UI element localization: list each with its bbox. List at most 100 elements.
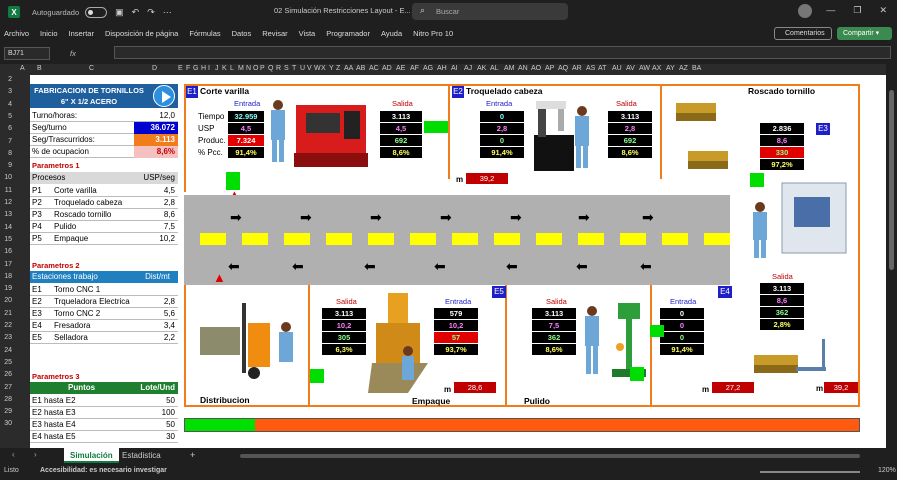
column-C[interactable]: C [89,65,94,72]
menu-item-10[interactable]: Nitro Pro 10 [413,29,453,38]
row-30[interactable]: 30 [0,420,12,427]
row-14[interactable]: 14 [0,224,12,231]
column-BA[interactable]: BA [692,65,701,72]
name-box[interactable]: BJ71 [4,46,50,60]
column-I[interactable]: I [208,65,210,72]
menu-item-3[interactable]: Disposición de página [105,29,178,38]
row-29[interactable]: 29 [0,408,12,415]
menu-item-1[interactable]: Inicio [40,29,58,38]
column-AN[interactable]: AN [518,65,528,72]
column-D[interactable]: D [152,65,157,72]
column-AU[interactable]: AU [612,65,622,72]
menu-item-5[interactable]: Datos [232,29,252,38]
column-H[interactable]: H [201,65,206,72]
search-box[interactable]: ⌕ Buscar [412,3,568,20]
column-AR[interactable]: AR [572,65,582,72]
column-AQ[interactable]: AQ [558,65,568,72]
column-S[interactable]: S [284,65,289,72]
row-11[interactable]: 11 [0,187,12,194]
column-AL[interactable]: AL [490,65,499,72]
tab-estadistica[interactable]: Estadistica [116,448,167,463]
column-K[interactable]: K [222,65,227,72]
column-AX[interactable]: AX [652,65,661,72]
column-AV[interactable]: AV [626,65,635,72]
row-19[interactable]: 19 [0,285,12,292]
column-AD[interactable]: AD [382,65,392,72]
row-17[interactable]: 17 [0,261,12,268]
menu-item-8[interactable]: Programador [326,29,370,38]
column-AY[interactable]: AY [666,65,675,72]
zoom-slider[interactable] [760,471,860,473]
column-R[interactable]: R [276,65,281,72]
menu-item-4[interactable]: Fórmulas [189,29,220,38]
menu-item-6[interactable]: Revisar [262,29,287,38]
add-sheet-icon[interactable]: + [190,450,195,460]
tab-simulacion[interactable]: Simulación [64,448,119,463]
zoom-level[interactable]: 120% [878,467,896,474]
row-5[interactable]: 5 [0,113,12,120]
column-AI[interactable]: AI [451,65,458,72]
column-J[interactable]: J [215,65,219,72]
column-T[interactable]: T [292,65,296,72]
row-24[interactable]: 24 [0,347,12,354]
row-28[interactable]: 28 [0,396,12,403]
worksheet[interactable]: FABRICACION DE TORNILLOS 6" X 1/2 ACERO … [30,75,886,448]
row-15[interactable]: 15 [0,236,12,243]
row-10[interactable]: 10 [0,174,12,181]
column-A[interactable]: A [20,65,25,72]
column-F[interactable]: F [186,65,190,72]
fx-icon[interactable]: fx [70,49,76,58]
row-8[interactable]: 8 [0,150,12,157]
column-AA[interactable]: AA [344,65,353,72]
column-U[interactable]: U [300,65,305,72]
row-25[interactable]: 25 [0,359,12,366]
save-icon[interactable]: ▣ [115,7,124,18]
column-G[interactable]: G [193,65,198,72]
row-12[interactable]: 12 [0,199,12,206]
share-button[interactable]: Compartir ▾ [837,27,892,40]
column-AH[interactable]: AH [437,65,447,72]
row-27[interactable]: 27 [0,384,12,391]
menu-item-7[interactable]: Vista [299,29,316,38]
row-7[interactable]: 7 [0,138,12,145]
column-X[interactable]: X [321,65,326,72]
column-AO[interactable]: AO [531,65,541,72]
column-Y[interactable]: Y [329,65,334,72]
row-21[interactable]: 21 [0,310,12,317]
scroll-thumb[interactable] [889,90,894,270]
row-18[interactable]: 18 [0,273,12,280]
horizontal-scrollbar[interactable] [240,454,860,458]
column-AP[interactable]: AP [545,65,554,72]
menu-item-0[interactable]: Archivo [4,29,29,38]
redo-icon[interactable]: ↷ [147,7,155,18]
menu-item-2[interactable]: Insertar [69,29,94,38]
tab-next-icon[interactable]: › [34,450,37,459]
column-B[interactable]: B [37,65,42,72]
row-23[interactable]: 23 [0,334,12,341]
menu-item-9[interactable]: Ayuda [381,29,402,38]
column-L[interactable]: L [230,65,234,72]
restore-icon[interactable]: ❐ [853,5,861,16]
row-9[interactable]: 9 [0,162,12,169]
column-AG[interactable]: AG [423,65,433,72]
column-AS[interactable]: AS [586,65,595,72]
row-13[interactable]: 13 [0,211,12,218]
column-AM[interactable]: AM [504,65,515,72]
row-22[interactable]: 22 [0,322,12,329]
avatar[interactable] [798,4,812,18]
column-AC[interactable]: AC [369,65,379,72]
column-AK[interactable]: AK [477,65,486,72]
play-icon[interactable] [153,85,175,107]
undo-icon[interactable]: ↶ [132,7,140,18]
row-6[interactable]: 6 [0,125,12,132]
column-O[interactable]: O [253,65,258,72]
column-AF[interactable]: AF [410,65,419,72]
column-AB[interactable]: AB [356,65,365,72]
more-icon[interactable]: ⋯ [163,7,172,18]
comments-button[interactable]: Comentarios [774,27,832,40]
column-Q[interactable]: Q [268,65,273,72]
column-AW[interactable]: AW [639,65,650,72]
column-AT[interactable]: AT [598,65,606,72]
column-W[interactable]: W [314,65,321,72]
row-20[interactable]: 20 [0,297,12,304]
